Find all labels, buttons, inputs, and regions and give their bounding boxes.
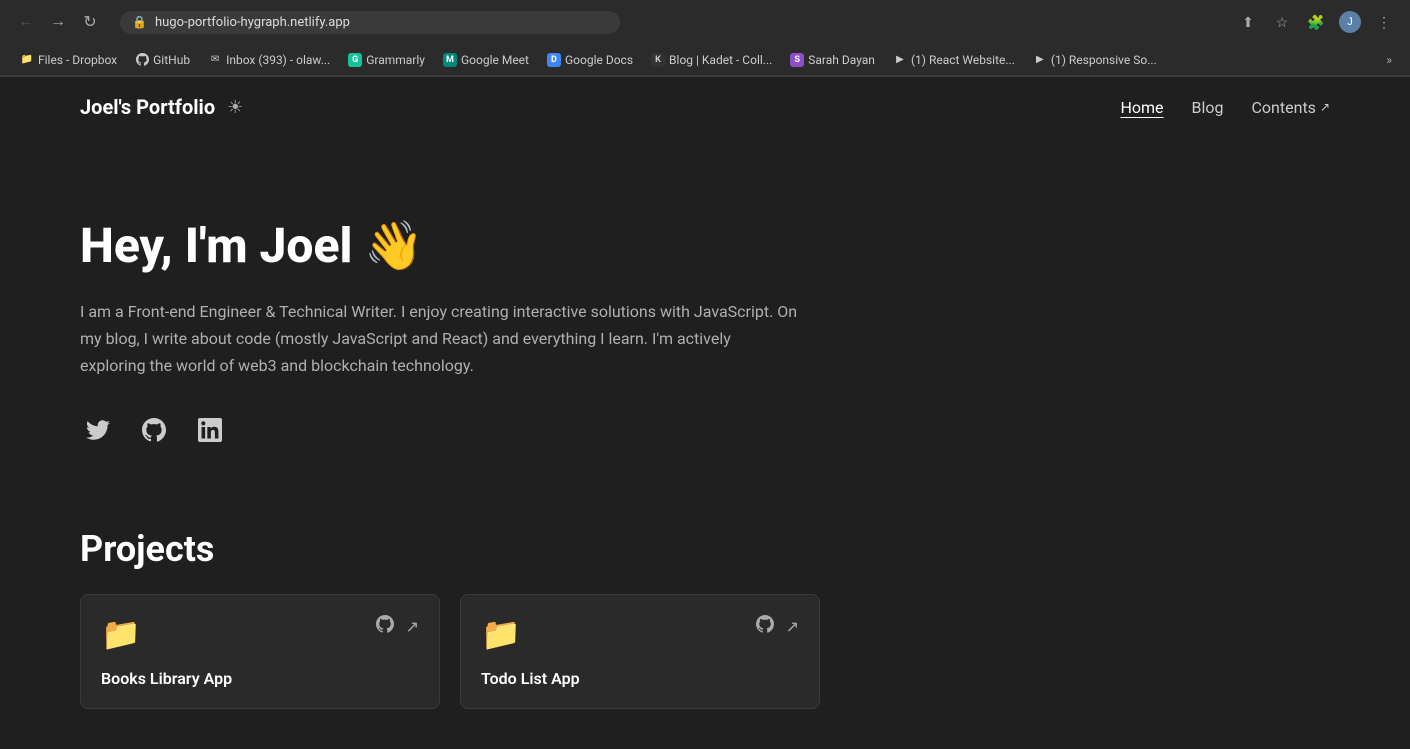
bookmark-label: (1) React Website... [911, 53, 1015, 67]
address-bar[interactable]: 🔒 hugo-portfolio-hygraph.netlify.app [120, 11, 620, 34]
project-card-actions: ↗ [376, 615, 419, 638]
bookmark-label: Blog | Kadet - Coll... [669, 53, 772, 67]
project-card-actions: ↗ [756, 615, 799, 638]
external-link-icon: ↗ [1320, 100, 1330, 114]
project-card-header: 📁 ↗ [101, 615, 419, 653]
browser-toolbar: ← → ↻ 🔒 hugo-portfolio-hygraph.netlify.a… [0, 0, 1410, 44]
meet-favicon: M [443, 53, 457, 67]
bookmark-blog-kadet[interactable]: K Blog | Kadet - Coll... [643, 50, 780, 70]
bookmark-label: Inbox (393) - olaw... [226, 53, 330, 67]
kadet-favicon: K [651, 53, 665, 67]
bookmark-responsive-so[interactable]: ▶ (1) Responsive So... [1025, 50, 1165, 70]
extensions-button[interactable]: 🧩 [1302, 8, 1330, 36]
bookmark-google-docs[interactable]: D Google Docs [539, 50, 641, 70]
social-links [80, 412, 1330, 448]
browser-chrome: ← → ↻ 🔒 hugo-portfolio-hygraph.netlify.a… [0, 0, 1410, 77]
bookmark-label: Files - Dropbox [38, 53, 117, 67]
share-button[interactable]: ⬆ [1234, 8, 1262, 36]
site-logo-area: Joel's Portfolio ☀ [80, 95, 243, 119]
bookmark-inbox[interactable]: ✉ Inbox (393) - olaw... [200, 50, 338, 70]
bookmark-button[interactable]: ☆ [1268, 8, 1296, 36]
projects-title: Projects [80, 528, 1330, 570]
twitter-link[interactable] [80, 412, 116, 448]
bookmark-label: Google Meet [461, 53, 529, 67]
project-card-books-library[interactable]: 📁 ↗ Books Library App [80, 594, 440, 709]
responsive-favicon: ▶ [1033, 53, 1047, 67]
site-nav: Joel's Portfolio ☀ Home Blog Contents ↗ [0, 77, 1410, 137]
site-nav-links: Home Blog Contents ↗ [1120, 98, 1330, 117]
projects-section: Projects 📁 ↗ Books Library App [0, 508, 1410, 749]
bookmark-label: (1) Responsive So... [1051, 53, 1157, 67]
hero-greeting: Hey, I'm Joel 👋 [80, 217, 1330, 274]
github-favicon [135, 53, 149, 67]
back-button[interactable]: ← [12, 8, 40, 36]
project-github-icon[interactable] [756, 615, 774, 638]
project-github-icon[interactable] [376, 615, 394, 638]
url-text: hugo-portfolio-hygraph.netlify.app [155, 15, 608, 30]
profile-button[interactable]: J [1336, 8, 1364, 36]
hero-section: Hey, I'm Joel 👋 I am a Front-end Enginee… [0, 137, 1410, 508]
bookmark-label: Google Docs [565, 53, 633, 67]
toolbar-icons: ⬆ ☆ 🧩 J ⋮ [1234, 8, 1398, 36]
project-card-todo-list[interactable]: 📁 ↗ Todo List App [460, 594, 820, 709]
bookmark-react-website[interactable]: ▶ (1) React Website... [885, 50, 1023, 70]
docs-favicon: D [547, 53, 561, 67]
dropbox-favicon: 📁 [20, 53, 34, 67]
bookmark-label: GitHub [153, 53, 190, 67]
bookmark-files-dropbox[interactable]: 📁 Files - Dropbox [12, 50, 125, 70]
folder-icon: 📁 [481, 615, 521, 653]
bookmark-sarah-dayan[interactable]: S Sarah Dayan [782, 50, 883, 70]
site-logo: Joel's Portfolio [80, 95, 215, 119]
project-name: Todo List App [481, 669, 799, 692]
projects-grid: 📁 ↗ Books Library App 📁 [80, 594, 820, 709]
bookmark-grammarly[interactable]: G Grammarly [340, 50, 433, 70]
lock-icon: 🔒 [132, 15, 147, 29]
grammarly-favicon: G [348, 53, 362, 67]
page-content: Joel's Portfolio ☀ Home Blog Contents ↗ … [0, 77, 1410, 749]
folder-icon: 📁 [101, 615, 141, 653]
forward-button[interactable]: → [44, 8, 72, 36]
nav-contents-link[interactable]: Contents ↗ [1252, 98, 1330, 117]
inbox-favicon: ✉ [208, 53, 222, 67]
hero-bio: I am a Front-end Engineer & Technical Wr… [80, 298, 800, 380]
project-external-link-icon[interactable]: ↗ [406, 617, 419, 636]
contents-label: Contents [1252, 98, 1316, 117]
github-link[interactable] [136, 412, 172, 448]
reload-button[interactable]: ↻ [76, 8, 104, 36]
nav-home-link[interactable]: Home [1120, 98, 1163, 117]
bookmark-label: Grammarly [366, 53, 425, 67]
nav-buttons: ← → ↻ [12, 8, 104, 36]
bookmark-github[interactable]: GitHub [127, 50, 198, 70]
project-external-link-icon[interactable]: ↗ [786, 617, 799, 636]
menu-button[interactable]: ⋮ [1370, 8, 1398, 36]
bookmarks-bar: 📁 Files - Dropbox GitHub ✉ Inbox (393) -… [0, 44, 1410, 76]
linkedin-link[interactable] [192, 412, 228, 448]
project-card-header: 📁 ↗ [481, 615, 799, 653]
react-favicon: ▶ [893, 53, 907, 67]
bookmarks-more-button[interactable]: » [1380, 50, 1398, 70]
bookmark-label: Sarah Dayan [808, 53, 875, 67]
sarah-favicon: S [790, 53, 804, 67]
nav-blog-link[interactable]: Blog [1192, 98, 1224, 117]
project-name: Books Library App [101, 669, 419, 692]
theme-toggle-button[interactable]: ☀ [227, 97, 243, 118]
bookmark-google-meet[interactable]: M Google Meet [435, 50, 537, 70]
